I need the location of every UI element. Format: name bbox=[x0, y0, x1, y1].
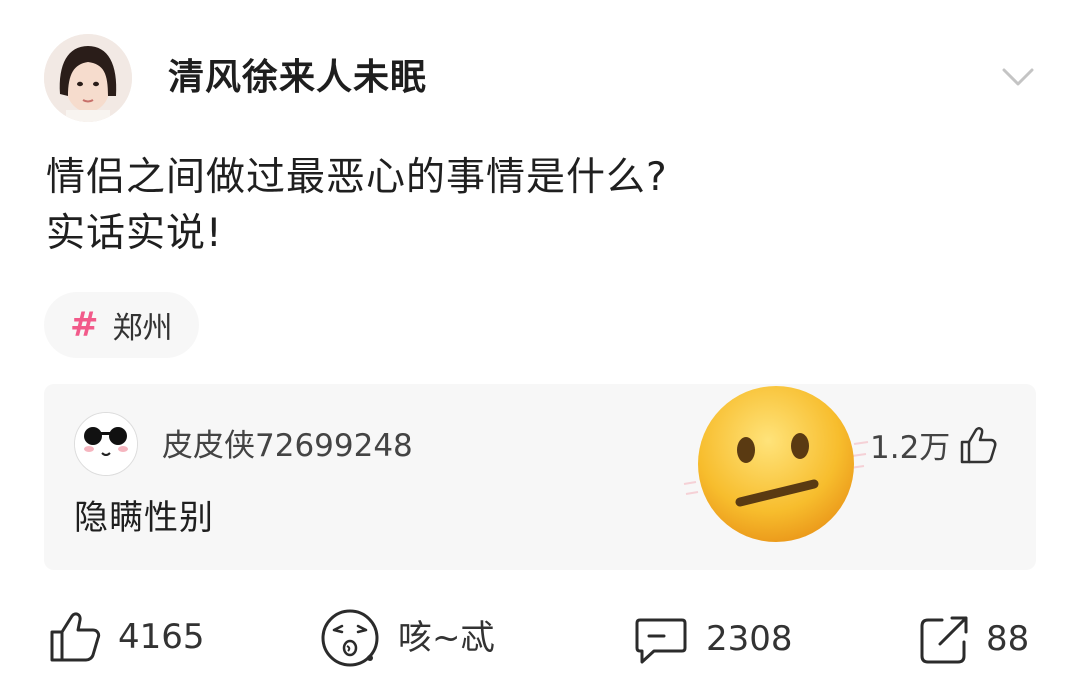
share-count: 88 bbox=[986, 619, 1030, 659]
commenter-avatar[interactable] bbox=[74, 412, 138, 476]
author-avatar[interactable] bbox=[44, 34, 132, 122]
post-line-1: 情侣之间做过最恶心的事情是什么? bbox=[46, 155, 668, 200]
thumbs-up-icon[interactable] bbox=[958, 424, 998, 466]
topic-tag-chip[interactable]: # 郑州 bbox=[44, 292, 199, 358]
comment-like-count: 1.2万 bbox=[870, 430, 951, 466]
commenter-name[interactable]: 皮皮侠72699248 bbox=[162, 426, 413, 466]
comment-text: 隐瞒性别 bbox=[74, 498, 214, 538]
like-count: 4165 bbox=[118, 617, 205, 657]
reaction-label: 咳~忒 bbox=[398, 618, 495, 658]
comment-button[interactable]: 2308 bbox=[634, 612, 793, 666]
topic-tag-label: 郑州 bbox=[112, 311, 173, 346]
author-name[interactable]: 清风徐来人未眠 bbox=[168, 56, 427, 100]
comment-count: 2308 bbox=[706, 619, 793, 659]
reaction-button[interactable]: 咳~忒 bbox=[318, 608, 495, 668]
post-line-2: 实话实说! bbox=[46, 211, 223, 256]
neutral-face-emoji-icon bbox=[682, 384, 870, 552]
like-button[interactable]: 4165 bbox=[48, 610, 205, 664]
top-comment-card[interactable] bbox=[44, 384, 1036, 570]
chevron-down-icon[interactable] bbox=[1000, 62, 1036, 92]
thumbs-up-icon bbox=[48, 610, 102, 664]
hash-icon: # bbox=[70, 305, 99, 345]
spit-face-icon bbox=[318, 608, 382, 668]
post-text: 情侣之间做过最恶心的事情是什么? 实话实说! bbox=[46, 150, 668, 262]
share-button[interactable]: 88 bbox=[918, 612, 1029, 666]
comment-bubble-icon bbox=[634, 612, 688, 666]
share-icon bbox=[918, 612, 972, 666]
